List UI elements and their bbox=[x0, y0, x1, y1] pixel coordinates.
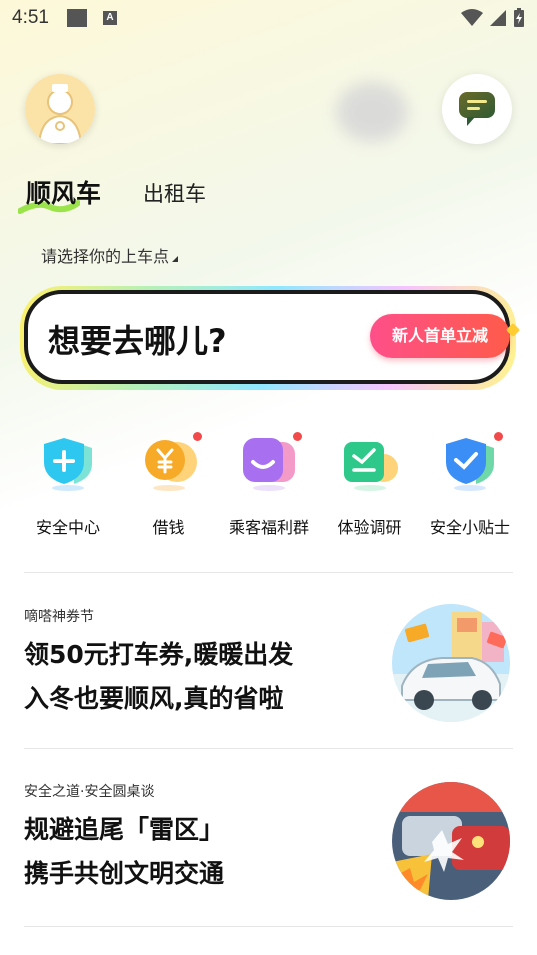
service-survey[interactable]: 体验调研 bbox=[320, 432, 420, 538]
section-divider bbox=[24, 926, 513, 927]
destination-placeholder[interactable]: 想要去哪儿? bbox=[48, 316, 227, 362]
article-thumbnail[interactable] bbox=[392, 604, 510, 722]
section-divider bbox=[24, 748, 513, 749]
status-bar: 4:51 A bbox=[0, 0, 537, 36]
service-safety-center[interactable]: 安全中心 bbox=[18, 432, 118, 538]
rear-end-collision-illustration bbox=[392, 782, 510, 900]
message-button[interactable] bbox=[442, 74, 512, 144]
notification-square-icon bbox=[67, 9, 87, 27]
shield-check-icon bbox=[440, 432, 500, 492]
car-coupon-illustration bbox=[392, 604, 510, 722]
yuan-coin-icon bbox=[139, 432, 199, 492]
status-time: 4:51 bbox=[12, 7, 49, 28]
service-label: 安全小贴士 bbox=[429, 518, 510, 537]
service-borrow-money[interactable]: 借钱 bbox=[119, 432, 219, 538]
service-label: 体验调研 bbox=[337, 518, 402, 537]
pickup-label: 请选择你的上车点 bbox=[41, 247, 170, 266]
service-label: 借钱 bbox=[152, 518, 185, 537]
survey-card-icon bbox=[340, 432, 400, 492]
tab-ride-sharing[interactable]: 顺风车 bbox=[26, 174, 101, 210]
blurred-banner bbox=[336, 82, 408, 142]
service-grid: 安全中心 借钱 乘客福利群 体验调研 安全小贴士 bbox=[18, 432, 520, 538]
notification-a-icon: A bbox=[103, 11, 117, 25]
service-label: 乘客福利群 bbox=[228, 518, 309, 537]
section-divider bbox=[24, 572, 513, 573]
article-thumbnail[interactable] bbox=[392, 782, 510, 900]
wifi-icon bbox=[461, 9, 483, 26]
service-safety-tips[interactable]: 安全小贴士 bbox=[420, 432, 520, 538]
pickup-selector[interactable]: 请选择你的上车点 bbox=[41, 243, 179, 267]
service-label: 安全中心 bbox=[35, 518, 100, 537]
tab-taxi[interactable]: 出租车 bbox=[143, 178, 206, 208]
user-avatar-icon bbox=[25, 74, 95, 144]
shield-plus-icon bbox=[38, 432, 98, 492]
new-user-promo-badge[interactable]: 新人首单立减 bbox=[370, 314, 510, 358]
chat-bubble-icon bbox=[459, 92, 495, 126]
service-passenger-group[interactable]: 乘客福利群 bbox=[219, 432, 319, 538]
signal-icon bbox=[490, 10, 506, 26]
group-chat-icon bbox=[239, 432, 299, 492]
status-indicators bbox=[461, 8, 525, 28]
dropdown-triangle-icon bbox=[172, 256, 179, 262]
battery-icon bbox=[514, 8, 524, 27]
avatar[interactable] bbox=[25, 74, 95, 144]
